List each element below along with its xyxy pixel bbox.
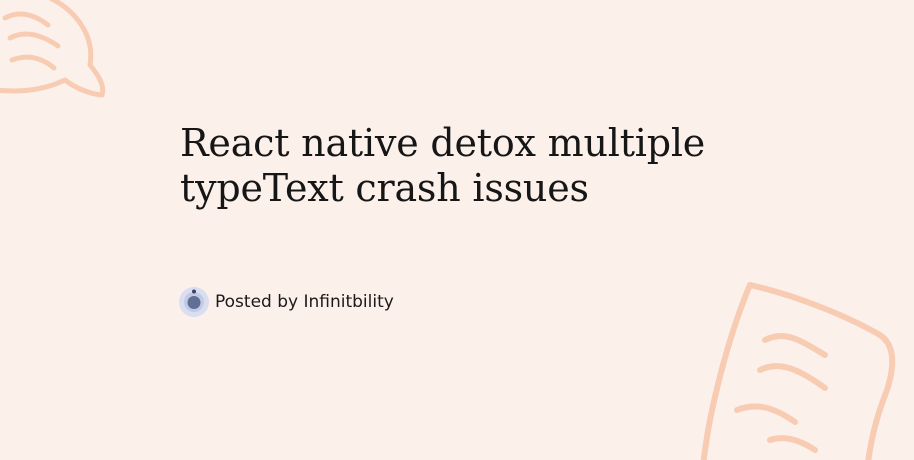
byline-prefix: Posted by — [215, 292, 299, 312]
author-avatar-icon — [179, 287, 209, 317]
byline: Posted by Infinitbility — [178, 286, 394, 318]
byline-text: Posted by Infinitbility — [215, 292, 394, 312]
doodle-chat-bubble-icon — [0, 0, 106, 98]
post-title: React native detox multiple typeText cra… — [180, 121, 706, 210]
doodle-note-icon — [700, 282, 896, 460]
author-name[interactable]: Infinitbility — [303, 292, 393, 312]
